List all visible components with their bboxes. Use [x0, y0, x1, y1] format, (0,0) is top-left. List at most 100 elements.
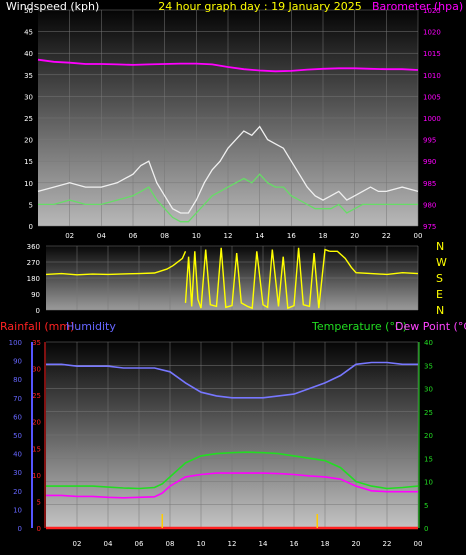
y-tick-label: 15: [24, 158, 33, 166]
humidity-tick-label: 70: [13, 395, 22, 403]
humidity-tick-label: 20: [13, 488, 22, 496]
y2-tick-label: 0: [424, 525, 428, 533]
humidity-tick-label: 40: [13, 451, 22, 459]
y2-tick-label: 25: [424, 409, 433, 417]
x-tick-label: 22: [383, 540, 392, 548]
wind-barometer-panel: 05101520253035404550 9759809859909951000…: [6, 0, 463, 240]
y-tick-label: 360: [27, 243, 40, 251]
humidity-ticks: 0 10 20 30 40 50 60 70 80 90 100: [9, 339, 22, 533]
x-tick-label: 12: [228, 540, 237, 548]
rainfall-tick-label: 25: [32, 392, 41, 400]
temperature-ticks: 0 5 10 15 20 25 30 35 40: [424, 339, 433, 533]
y2-tick-label: 10: [424, 479, 433, 487]
windspeed-axis-label: Windspeed (kph): [6, 0, 99, 13]
x-tick-label: 04: [104, 540, 113, 548]
x-tick-label: 16: [287, 232, 296, 240]
x-tick-label: 00: [414, 232, 423, 240]
x-tick-label: 08: [166, 540, 175, 548]
y2-tick-label: 1010: [423, 72, 441, 80]
x-tick-label: 18: [321, 540, 330, 548]
y2-tick-label: 5: [424, 502, 428, 510]
humidity-tick-label: 60: [13, 413, 22, 421]
y-tick-label: 180: [27, 275, 40, 283]
x-tick-label: 16: [290, 540, 299, 548]
humidity-tick-label: 10: [13, 506, 22, 514]
y2-tick-label: 1000: [423, 115, 441, 123]
y2-tick-label: 35: [424, 362, 433, 370]
panel2-left-ticks: 0 90 180 270 360: [27, 243, 40, 315]
y-tick-label: 0: [36, 307, 40, 315]
y-tick-label: 45: [24, 29, 33, 37]
compass-label: W: [436, 256, 447, 269]
weather-charts: 05101520253035404550 9759809859909951000…: [0, 0, 466, 548]
x-tick-label: 20: [350, 232, 359, 240]
compass-label: N: [436, 304, 444, 317]
y2-tick-label: 975: [423, 223, 436, 231]
rainfall-tick-label: 20: [32, 419, 41, 427]
x-tick-label: 14: [259, 540, 268, 548]
compass-label: N: [436, 240, 444, 253]
humidity-axis-label: Humidity: [66, 320, 116, 333]
y-tick-label: 90: [31, 291, 40, 299]
x-tick-label: 10: [197, 540, 206, 548]
rainfall-tick-label: 5: [37, 498, 41, 506]
x-tick-label: 06: [135, 540, 144, 548]
x-tick-label: 14: [255, 232, 264, 240]
humidity-tick-label: 50: [13, 432, 22, 440]
y2-tick-label: 1015: [423, 50, 441, 58]
y-tick-label: 10: [24, 180, 33, 188]
rainfall-axis-label: Rainfall (mm): [0, 320, 74, 333]
humidity-tick-label: 0: [18, 525, 22, 533]
panel1-x-ticks: 02 04 06 08 10 12 14 16 18 20 22 00: [65, 232, 422, 240]
x-tick-label: 06: [129, 232, 138, 240]
y-tick-label: 40: [24, 50, 33, 58]
compass-labels: NWSEN: [436, 240, 447, 317]
rainfall-tick-label: 0: [37, 525, 41, 533]
temperature-humidity-panel: 0 10 20 30 40 50 60 70 80 90 100 0 5 10 15 20 25 30 35 0 5…: [0, 320, 466, 548]
y2-tick-label: 15: [424, 455, 433, 463]
y-tick-label: 25: [24, 115, 33, 123]
y-tick-label: 5: [29, 201, 33, 209]
x-tick-label: 20: [352, 540, 361, 548]
x-tick-label: 00: [414, 540, 423, 548]
x-tick-label: 02: [65, 232, 74, 240]
humidity-tick-label: 90: [13, 358, 22, 366]
rainfall-tick-label: 35: [32, 339, 41, 347]
x-tick-label: 04: [97, 232, 106, 240]
humidity-tick-label: 80: [13, 376, 22, 384]
y2-tick-label: 40: [424, 339, 433, 347]
x-tick-label: 12: [224, 232, 233, 240]
y-tick-label: 270: [27, 259, 40, 267]
wind-direction-panel: 090180270360 NWSEN: [27, 240, 447, 317]
dewpoint-axis-label: Dew Point (°C): [395, 320, 466, 333]
y2-tick-label: 1005: [423, 93, 441, 101]
y2-tick-label: 20: [424, 432, 433, 440]
x-tick-label: 10: [192, 232, 201, 240]
temperature-axis-label: Temperature (°C): [311, 320, 407, 333]
y-tick-label: 30: [24, 93, 33, 101]
y-tick-label: 0: [29, 223, 33, 231]
x-tick-label: 08: [160, 232, 169, 240]
rainfall-tick-label: 15: [32, 445, 41, 453]
y2-tick-label: 995: [423, 137, 436, 145]
y2-tick-label: 990: [423, 158, 436, 166]
x-tick-label: 18: [319, 232, 328, 240]
rainfall-tick-label: 10: [32, 472, 41, 480]
y2-tick-label: 1020: [423, 29, 441, 37]
chart-title: 24 hour graph day : 19 January 2025: [158, 0, 362, 13]
panel3-x-ticks: 02 04 06 08 10 12 14 16 18 20 22 00: [73, 540, 423, 548]
y2-tick-label: 30: [424, 386, 433, 394]
y2-tick-label: 980: [423, 201, 436, 209]
compass-label: E: [436, 288, 443, 301]
x-tick-label: 02: [73, 540, 82, 548]
y-tick-label: 20: [24, 137, 33, 145]
barometer-axis-label: Barometer (hpa): [372, 0, 463, 13]
x-tick-label: 22: [382, 232, 391, 240]
panel1-left-ticks: 05101520253035404550: [24, 7, 33, 231]
rainfall-ticks: 0 5 10 15 20 25 30 35: [32, 339, 41, 533]
humidity-tick-label: 30: [13, 469, 22, 477]
humidity-tick-label: 100: [9, 339, 22, 347]
y-tick-label: 35: [24, 72, 33, 80]
panel1-right-ticks: 975980985990995100010051010101510201025: [423, 7, 441, 231]
compass-label: S: [436, 272, 443, 285]
